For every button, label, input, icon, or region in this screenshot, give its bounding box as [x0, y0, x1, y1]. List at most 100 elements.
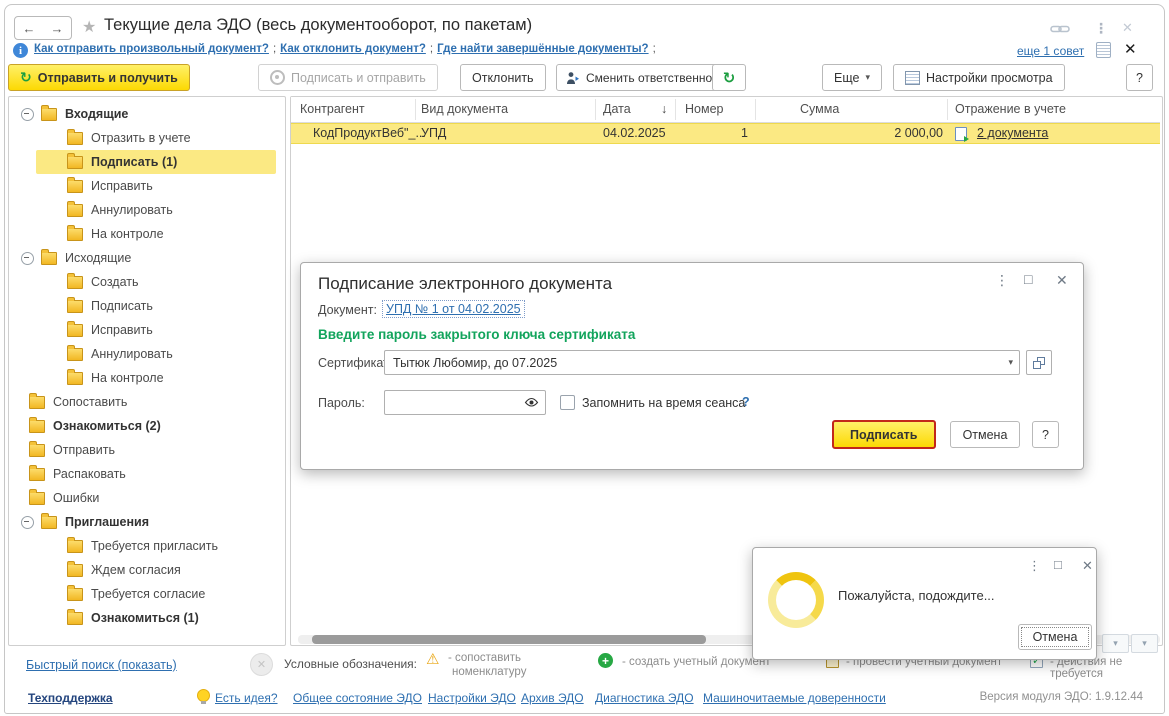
sidebar-item-na-kontrole-out[interactable]: На контроле	[9, 366, 281, 390]
sidebar-item-raspakovat[interactable]: Распаковать	[9, 462, 281, 486]
remember-help-link[interactable]: ?	[742, 395, 750, 409]
sidebar-item-annulirovat-in[interactable]: Аннулировать	[9, 198, 281, 222]
collapse-icon[interactable]	[21, 252, 34, 265]
quick-search-link[interactable]: Быстрый поиск (показать)	[26, 658, 177, 672]
folder-icon	[29, 492, 45, 505]
collapse-icon[interactable]	[21, 108, 34, 121]
machine-readable-poa-link[interactable]: Машиночитаемые доверенности	[703, 691, 886, 705]
hscroll-thumb[interactable]	[312, 635, 706, 644]
wait-dialog-close-icon[interactable]: ✕	[1082, 558, 1093, 574]
password-input[interactable]	[384, 390, 546, 415]
collapse-icon[interactable]	[21, 516, 34, 529]
col-date[interactable]: Дата	[603, 102, 631, 116]
idea-link[interactable]: Есть идея?	[215, 691, 278, 705]
support-link[interactable]: Техподдержка	[28, 691, 113, 705]
tip-link-send-arbitrary[interactable]: Как отправить произвольный документ?	[34, 43, 269, 55]
sidebar-item-na-kontrole-in[interactable]: На контроле	[9, 222, 281, 246]
tips-list-icon[interactable]	[1096, 42, 1111, 58]
send-receive-button[interactable]: ↻ Отправить и получить	[8, 64, 190, 91]
wait-dialog-menu-dots-icon[interactable]: ⋮	[1028, 558, 1041, 574]
dialog-maximize-icon[interactable]: □	[1024, 271, 1032, 287]
sidebar-item-vhodyashchie[interactable]: Входящие	[9, 102, 281, 126]
sort-desc-icon[interactable]: ↓	[661, 102, 667, 116]
accounting-doc-icon	[955, 127, 967, 141]
sidebar-item-ishodyashchie[interactable]: Исходящие	[9, 246, 281, 270]
sidebar-item-ispravit-in[interactable]: Исправить	[9, 174, 281, 198]
refresh-list-button[interactable]: ↻	[712, 64, 746, 91]
plus-icon: +	[598, 653, 613, 668]
sign-button[interactable]: Подписать	[832, 420, 936, 449]
sidebar-item-priglasheniya[interactable]: Приглашения	[9, 510, 281, 534]
person-icon	[566, 71, 580, 85]
tip-separator: ;	[653, 43, 656, 55]
show-password-eye-icon[interactable]	[524, 397, 539, 408]
warning-icon: ⚠	[426, 650, 439, 668]
certificate-dropdown-icon[interactable]: ▾	[1008, 357, 1013, 368]
more-actions-button[interactable]: Еще ▾	[822, 64, 882, 91]
edo-status-link[interactable]: Общее состояние ЭДО	[293, 691, 422, 705]
forward-icon[interactable]: →	[51, 21, 64, 36]
password-prompt: Введите пароль закрытого ключа сертифика…	[318, 327, 635, 342]
remember-checkbox[interactable]	[560, 395, 575, 410]
toolbar-help-button[interactable]: ?	[1126, 64, 1153, 91]
sidebar-item-podpisat-in[interactable]: Подписать (1)	[9, 150, 281, 174]
tip-link-decline[interactable]: Как отклонить документ?	[280, 43, 426, 55]
more-tips-link[interactable]: еще 1 совет	[1017, 44, 1084, 58]
view-settings-button[interactable]: Настройки просмотра	[893, 64, 1065, 91]
folder-icon	[67, 540, 83, 553]
tip-link-completed[interactable]: Где найти завершённые документы?	[437, 43, 649, 55]
document-link[interactable]: УПД № 1 от 04.02.2025	[382, 300, 525, 318]
back-icon[interactable]: ←	[23, 21, 36, 36]
col-sum[interactable]: Сумма	[800, 102, 839, 116]
sidebar-item-trebuetsya-priglasit[interactable]: Требуется пригласить	[9, 534, 281, 558]
sidebar-item-sozdat[interactable]: Создать	[9, 270, 281, 294]
folder-icon	[67, 612, 83, 625]
sidebar-item-oznakomitsya-2[interactable]: Ознакомиться (2)	[9, 414, 281, 438]
scroll-down-button[interactable]: ▾	[1102, 634, 1129, 653]
edo-diagnostics-link[interactable]: Диагностика ЭДО	[595, 691, 694, 705]
nav-arrows[interactable]: ← →	[14, 16, 72, 40]
sidebar-item-oshibki[interactable]: Ошибки	[9, 486, 281, 510]
window-close-icon[interactable]: ✕	[1122, 20, 1133, 36]
sign-help-button[interactable]: ?	[1032, 421, 1059, 448]
sidebar-item-ispravit-out[interactable]: Исправить	[9, 318, 281, 342]
reflection-link[interactable]: 2 документа	[977, 126, 1048, 140]
sidebar-item-otrazit-v-uchete[interactable]: Отразить в учете	[9, 126, 281, 150]
wait-message: Пожалуйста, подождите...	[838, 588, 995, 603]
col-doc-type[interactable]: Вид документа	[421, 102, 508, 116]
sidebar-item-zhdem-soglasiya[interactable]: Ждем согласия	[9, 558, 281, 582]
cell-number: 1	[675, 126, 748, 140]
remember-checkbox-label[interactable]: Запомнить на время сеанса	[582, 396, 745, 410]
favorite-star-icon[interactable]: ★	[82, 17, 96, 37]
change-responsible-button[interactable]: Сменить ответственного	[556, 64, 733, 91]
tips-close-icon[interactable]: ✕	[1124, 40, 1137, 58]
wait-cancel-button[interactable]: Отмена	[1018, 624, 1092, 650]
window-menu-dots-icon[interactable]: ⋮	[1094, 20, 1108, 37]
sidebar-item-annulirovat-out[interactable]: Аннулировать	[9, 342, 281, 366]
edo-archive-link[interactable]: Архив ЭДО	[521, 691, 584, 705]
chevron-down-icon: ▾	[865, 72, 870, 83]
sign-cancel-button[interactable]: Отмена	[950, 421, 1020, 448]
sidebar-item-oznakomitsya-1[interactable]: Ознакомиться (1)	[9, 606, 281, 630]
folder-icon	[67, 300, 83, 313]
col-contragent[interactable]: Контрагент	[300, 102, 365, 116]
sidebar-item-sopostavit[interactable]: Сопоставить	[9, 390, 281, 414]
dialog-menu-dots-icon[interactable]: ⋮	[995, 272, 1009, 289]
tip-separator: ;	[430, 43, 433, 55]
open-form-icon	[1033, 357, 1045, 369]
certificate-open-button[interactable]	[1026, 350, 1052, 375]
decline-button[interactable]: Отклонить	[460, 64, 546, 91]
dialog-close-icon[interactable]: ✕	[1056, 272, 1068, 289]
idea-bulb-icon	[197, 689, 210, 702]
sidebar-item-trebuetsya-soglasie[interactable]: Требуется согласие	[9, 582, 281, 606]
col-number[interactable]: Номер	[685, 102, 723, 116]
certificate-field[interactable]: Тытюк Любомир, до 07.2025 ▾	[384, 350, 1020, 375]
sidebar-item-otpravit[interactable]: Отправить	[9, 438, 281, 462]
col-reflection[interactable]: Отражение в учете	[955, 102, 1066, 116]
get-link-icon[interactable]	[1050, 22, 1070, 36]
scroll-bottom-button[interactable]: ▾	[1131, 634, 1158, 653]
sidebar-item-podpisat-out[interactable]: Подписать	[9, 294, 281, 318]
wait-dialog-maximize-icon[interactable]: □	[1054, 557, 1062, 572]
edo-settings-link[interactable]: Настройки ЭДО	[428, 691, 516, 705]
folder-icon	[29, 444, 45, 457]
